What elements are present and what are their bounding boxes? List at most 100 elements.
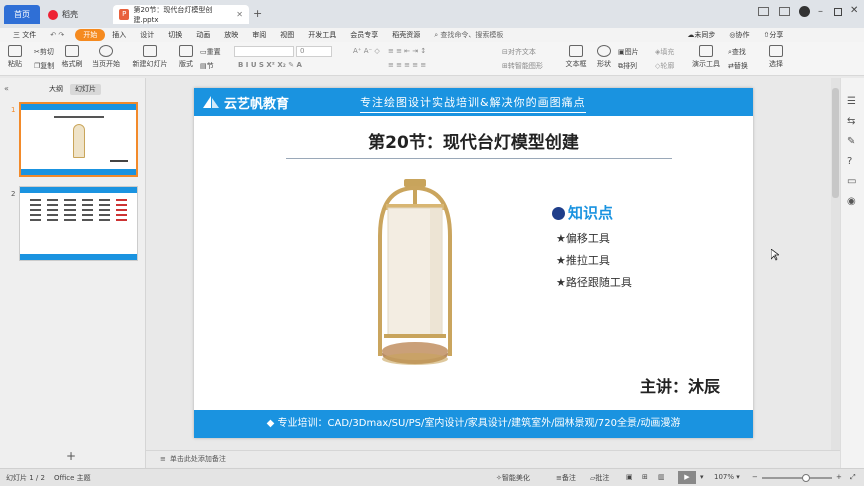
sorter-view-icon[interactable]: ⊞ (642, 473, 648, 481)
font-size-field[interactable]: 0 (296, 46, 332, 57)
presenter-tools-button[interactable]: 演示工具 (686, 45, 726, 69)
location-icon[interactable]: ◉ (847, 196, 856, 207)
knowledge-point-item[interactable]: ★推拉工具 (556, 252, 610, 268)
tab-outline[interactable]: 大纲 (44, 84, 68, 95)
section-button[interactable]: ▤节 (200, 61, 214, 71)
play-slideshow-button[interactable]: ▶ (678, 471, 696, 484)
paste-button[interactable]: 粘贴 (0, 45, 30, 69)
toggle-icon[interactable]: ⇆ (847, 116, 855, 127)
collab-button[interactable]: ◎协作 (722, 30, 756, 40)
share-button[interactable]: ⇧分享 (756, 30, 790, 40)
scrollbar-thumb[interactable] (832, 88, 839, 198)
menu-home[interactable]: 开始 (75, 29, 106, 41)
tab-home[interactable]: 首页 (4, 5, 40, 24)
slide-title[interactable]: 第20节：现代台灯模型创建 (194, 128, 753, 153)
layout-toggle-icon[interactable] (758, 7, 769, 16)
zoom-in-icon[interactable]: + (836, 473, 842, 481)
collapse-panel-icon[interactable]: « (4, 84, 9, 93)
cut-button[interactable]: ✂剪切 (34, 47, 54, 57)
slide-thumbnail-1[interactable] (19, 102, 138, 177)
tab-daoke[interactable]: 稻壳 (42, 5, 110, 24)
play-dropdown-icon[interactable]: ▾ (700, 473, 704, 481)
edit-icon[interactable]: ✎ (847, 136, 855, 147)
new-slide-icon (143, 45, 157, 57)
new-slide-label: 新建幻灯片 (132, 60, 168, 68)
menu-view[interactable]: 视图 (273, 30, 301, 40)
play-current-button[interactable]: 当页开始 (86, 45, 126, 69)
picture-button[interactable]: ▣图片 (618, 47, 639, 57)
new-tab-icon[interactable]: + (253, 7, 262, 20)
share-label: 分享 (769, 31, 784, 39)
zoom-slider[interactable] (762, 474, 832, 482)
settings-icon[interactable]: ☰ (847, 96, 856, 107)
add-slide-button[interactable]: + (66, 449, 76, 463)
notes-toggle-button[interactable]: ≡备注 (556, 473, 576, 483)
select-button[interactable]: 选择 (756, 45, 796, 69)
slide-thumbnail-2[interactable] (19, 186, 138, 261)
select-label: 选择 (769, 60, 783, 68)
sync-label: 未同步 (694, 31, 716, 39)
zoom-dropdown[interactable]: 107% ▾ (714, 473, 740, 481)
zoom-out-icon[interactable]: − (752, 473, 758, 481)
presenter-icon (699, 45, 713, 57)
menu-developer[interactable]: 开发工具 (301, 30, 343, 40)
slide-canvas[interactable]: 云艺帆教育 专注绘图设计实战培训&解决你的画图痛点 第20节：现代台灯模型创建 … (194, 88, 753, 438)
tab-home-label: 首页 (14, 10, 30, 19)
close-window-icon[interactable]: ✕ (850, 5, 858, 16)
fill-label: 填充 (660, 48, 675, 56)
menu-insert[interactable]: 插入 (105, 30, 133, 40)
help-icon[interactable]: ? (847, 156, 852, 167)
menu-file[interactable]: 三 文件 (6, 30, 43, 40)
lecturer-label[interactable]: 主讲：沐辰 (640, 373, 720, 397)
fit-window-icon[interactable]: ⤢ (850, 473, 856, 482)
font-name-field[interactable] (234, 46, 294, 57)
tab-slides[interactable]: 幻灯片 (70, 84, 101, 95)
bold-button[interactable]: B I U S X² X₂ ✎ A (238, 61, 302, 69)
list-icon[interactable]: ≡ ≡ ⇤ ⇥ ↕ (388, 47, 426, 55)
find-button[interactable]: ⌕查找 (728, 47, 746, 57)
comment-button[interactable]: ▱批注 (590, 473, 609, 483)
sail-logo-icon (203, 96, 219, 108)
search-command[interactable]: ⌕ 查找命令、搜索模板 (427, 30, 510, 40)
outline-button[interactable]: ◇轮廓 (655, 61, 674, 71)
lamp-image[interactable] (370, 176, 460, 376)
arrange-button[interactable]: ⧉排列 (618, 61, 637, 71)
sync-status[interactable]: ☁未同步 (680, 30, 722, 40)
slide-footer-banner[interactable]: ◆ 专业培训：CAD/3Dmax/SU/PS/室内设计/家具设计/建筑室外/园林… (194, 410, 753, 438)
minimize-icon[interactable]: – (818, 6, 823, 17)
new-slide-button[interactable]: 新建幻灯片 (130, 45, 170, 69)
normal-view-icon[interactable]: ▣ (626, 473, 633, 481)
reading-view-icon[interactable]: ▥ (658, 473, 665, 481)
section-label: 节 (206, 62, 214, 70)
zoom-slider-handle[interactable] (802, 474, 810, 482)
undo-icon[interactable]: ↶ ↷ (43, 31, 71, 39)
knowledge-point-item[interactable]: ★路径跟随工具 (556, 274, 632, 290)
align-icon[interactable]: ≡ ≡ ≡ ≡ ≡ (388, 61, 426, 69)
close-tab-icon[interactable]: ✕ (236, 10, 243, 19)
reset-button[interactable]: ▭重置 (200, 47, 221, 57)
menu-transition[interactable]: 切换 (161, 30, 189, 40)
notes-pane[interactable]: ≡ 单击此处添加备注 (146, 450, 840, 467)
font-grow-icon[interactable]: A⁺ A⁻ ◇ (353, 47, 380, 55)
smartart-button[interactable]: ⊞转智能图形 (502, 61, 543, 71)
menu-slideshow[interactable]: 放映 (217, 30, 245, 40)
menu-animation[interactable]: 动画 (189, 30, 217, 40)
shape-label: 形状 (597, 60, 611, 68)
menu-review[interactable]: 审阅 (245, 30, 273, 40)
maximize-icon[interactable] (834, 8, 842, 16)
tab-document[interactable]: P 第20节：现代台灯模型创建.pptx ✕ (113, 5, 249, 24)
replace-button[interactable]: ⇄替换 (728, 61, 748, 71)
knowledge-points-heading[interactable]: 知识点 (552, 202, 613, 223)
history-icon[interactable]: ▭ (847, 176, 856, 187)
menu-member[interactable]: 会员专享 (343, 30, 385, 40)
fill-button[interactable]: ◈填充 (655, 47, 674, 57)
menu-design[interactable]: 设计 (133, 30, 161, 40)
menu-daoke-resources[interactable]: 稻壳资源 (385, 30, 427, 40)
window-grid-icon[interactable] (779, 7, 790, 16)
avatar[interactable] (799, 6, 810, 17)
smart-beautify-button[interactable]: ✧智能美化 (496, 473, 530, 483)
vertical-scrollbar[interactable] (831, 78, 840, 450)
knowledge-point-item[interactable]: ★偏移工具 (556, 230, 610, 246)
align-text-button[interactable]: ⊟对齐文本 (502, 47, 536, 57)
slide-number: 2 (11, 190, 16, 198)
